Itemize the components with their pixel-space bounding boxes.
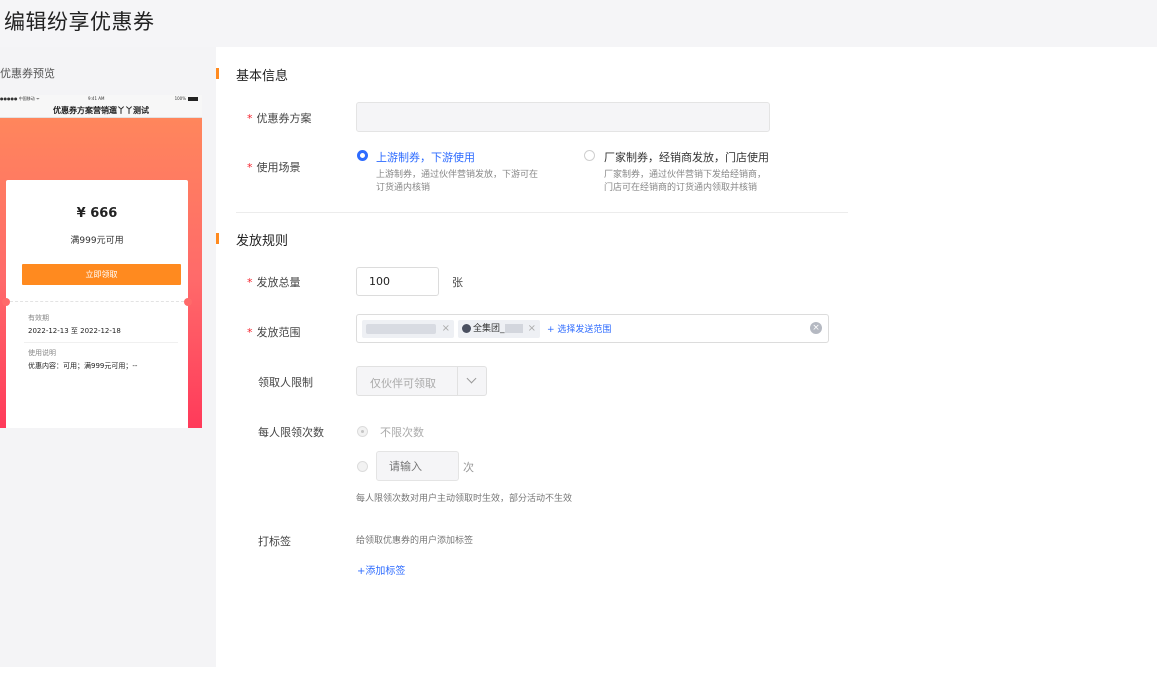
scene-radio-upstream[interactable] xyxy=(357,150,368,161)
receiver-limit-select[interactable]: 仅伙伴可领取 xyxy=(356,366,487,396)
section-divider xyxy=(236,212,848,213)
coupon-divider xyxy=(10,301,184,302)
page-header: 编辑纷享优惠券 xyxy=(0,0,1157,47)
required-mark: * xyxy=(247,276,253,289)
section-title-basic: 基本信息 xyxy=(236,69,289,84)
radio-unlimited-label[interactable]: 不限次数 xyxy=(380,424,424,440)
phone-nav-title: 优惠券方案营销遛丫丫测试 xyxy=(0,104,202,118)
scope-tag-label: 全集团_ xyxy=(473,324,505,334)
scope-select-box[interactable]: × 全集团_ × + 选择发送范围 × xyxy=(356,314,829,343)
add-tag-link[interactable]: +添加标签 xyxy=(357,562,405,577)
scene-radio-manufacturer[interactable] xyxy=(584,150,595,161)
scene-option-upstream-desc: 上游制券，通过伙伴营销发放，下游可在 订货通内核销 xyxy=(376,170,539,193)
signal-text: ●●●●● 中国移动 ᯤ xyxy=(0,96,40,101)
radio-custom-limit[interactable] xyxy=(357,461,368,472)
phone-status-bar: ●●●●● 中国移动 ᯤ 9:41 AM 100% xyxy=(0,95,202,104)
tag-hint: 给领取优惠券的用户添加标签 xyxy=(356,536,474,546)
globe-icon xyxy=(462,324,471,333)
tag-label: 打标签 xyxy=(258,535,291,548)
section-accent-bar xyxy=(216,233,219,244)
battery-icon xyxy=(188,97,198,101)
battery-text: 100% xyxy=(174,96,186,101)
total-label: * 发放总量 xyxy=(247,276,301,289)
required-mark: * xyxy=(247,161,253,174)
scope-tag-label xyxy=(366,323,436,334)
section-title-rules: 发放规则 xyxy=(236,234,289,249)
required-mark: * xyxy=(247,112,253,125)
scope-tag: 全集团_ × xyxy=(458,320,540,338)
status-time: 9:41 AM xyxy=(88,96,105,101)
receiver-label: 领取人限制 xyxy=(258,376,313,389)
select-scope-link[interactable]: + 选择发送范围 xyxy=(547,322,611,335)
usage-desc-label: 使用说明 xyxy=(28,349,56,357)
per-user-limit-hint: 每人限领次数对用户主动领取时生效，部分活动不生效 xyxy=(356,494,573,504)
coupon-plan-input[interactable] xyxy=(356,102,770,132)
coupon-card: ¥ 666 满999元可用 立即领取 有效期 2022-12-13 至 2022… xyxy=(2,180,192,428)
coupon-amount: ¥ 666 xyxy=(76,206,118,221)
per-user-limit-label: 每人限领次数 xyxy=(258,426,324,439)
phone-mockup: ●●●●● 中国移动 ᯤ 9:41 AM 100% 优惠券方案营销遛丫丫测试 ¥… xyxy=(0,95,202,428)
tag-close-icon[interactable]: × xyxy=(442,320,450,338)
tag-close-icon[interactable]: × xyxy=(528,320,536,338)
coupon-notch-right xyxy=(184,298,192,306)
plan-label: * 优惠券方案 xyxy=(247,112,312,125)
scope-label: * 发放范围 xyxy=(247,326,301,339)
coupon-condition: 满999元可用 xyxy=(70,236,124,246)
receiver-limit-value: 仅伙伴可领取 xyxy=(370,377,436,390)
scene-option-manufacturer-desc: 厂家制券，通过伙伴营销下发给经销商， 门店可在经销商的订货通内领取并核销 xyxy=(604,170,767,193)
blurred-text xyxy=(504,324,523,333)
chevron-down-icon[interactable] xyxy=(466,373,477,384)
clear-icon[interactable]: × xyxy=(810,322,822,334)
per-user-limit-input[interactable] xyxy=(376,451,459,481)
scope-tag: × xyxy=(362,320,454,338)
select-separator xyxy=(457,367,458,395)
total-unit: 张 xyxy=(452,276,463,289)
scene-label: * 使用场景 xyxy=(247,161,301,174)
coupon-rule-divider xyxy=(24,342,178,343)
valid-period-label: 有效期 xyxy=(28,314,49,322)
section-accent-bar xyxy=(216,68,219,79)
scene-option-manufacturer-title[interactable]: 厂家制券，经销商发放，门店使用 xyxy=(604,149,769,165)
page-title: 编辑纷享优惠券 xyxy=(4,10,155,34)
radio-unlimited[interactable] xyxy=(357,426,368,437)
scene-option-upstream-title[interactable]: 上游制券，下游使用 xyxy=(376,149,475,165)
per-user-unit: 次 xyxy=(463,461,474,474)
usage-desc-value: 优惠内容：可用；满999元可用；-- xyxy=(28,362,138,370)
coupon-notch-left xyxy=(2,298,10,306)
valid-period-value: 2022-12-13 至 2022-12-18 xyxy=(28,327,121,335)
claim-coupon-button[interactable]: 立即领取 xyxy=(22,264,181,285)
preview-label: 优惠券预览 xyxy=(0,67,55,80)
required-mark: * xyxy=(247,326,253,339)
coupon-preview-panel: 优惠券预览 ●●●●● 中国移动 ᯤ 9:41 AM 100% 优惠券方案营销遛… xyxy=(0,47,216,667)
total-quantity-input[interactable] xyxy=(356,267,439,296)
